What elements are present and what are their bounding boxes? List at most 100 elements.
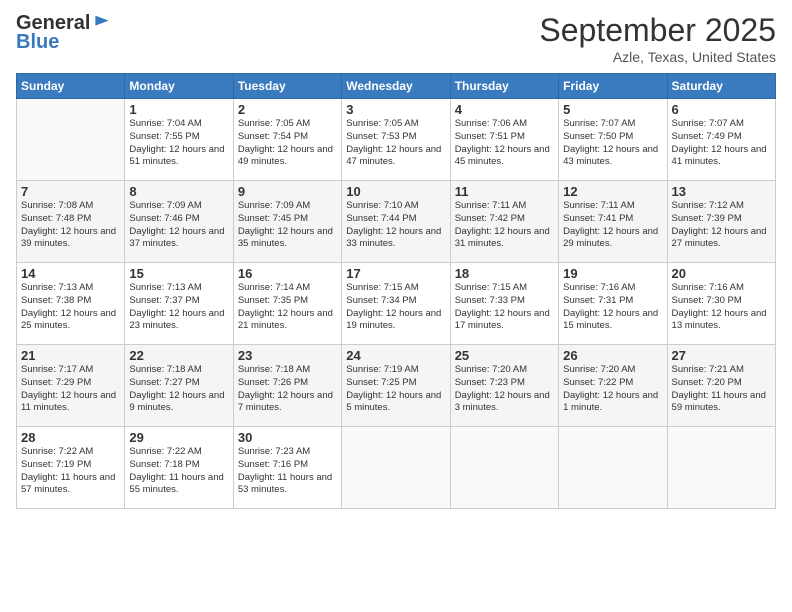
day-info: Sunrise: 7:19 AMSunset: 7:25 PMDaylight:… <box>346 364 445 415</box>
day-info: Sunrise: 7:16 AMSunset: 7:31 PMDaylight:… <box>563 282 662 333</box>
day-info: Sunrise: 7:16 AMSunset: 7:30 PMDaylight:… <box>672 282 771 333</box>
table-row: 22Sunrise: 7:18 AMSunset: 7:27 PMDayligh… <box>125 345 233 427</box>
day-number: 5 <box>563 102 662 117</box>
month-title: September 2025 <box>539 12 776 49</box>
table-row: 28Sunrise: 7:22 AMSunset: 7:19 PMDayligh… <box>17 427 125 509</box>
table-row <box>559 427 667 509</box>
day-info: Sunrise: 7:11 AMSunset: 7:42 PMDaylight:… <box>455 200 554 251</box>
col-thursday: Thursday <box>450 74 558 99</box>
table-row: 29Sunrise: 7:22 AMSunset: 7:18 PMDayligh… <box>125 427 233 509</box>
table-row: 18Sunrise: 7:15 AMSunset: 7:33 PMDayligh… <box>450 263 558 345</box>
day-number: 9 <box>238 184 337 199</box>
day-info: Sunrise: 7:04 AMSunset: 7:55 PMDaylight:… <box>129 118 228 169</box>
calendar-header-row: Sunday Monday Tuesday Wednesday Thursday… <box>17 74 776 99</box>
calendar-week-row: 14Sunrise: 7:13 AMSunset: 7:38 PMDayligh… <box>17 263 776 345</box>
calendar-week-row: 21Sunrise: 7:17 AMSunset: 7:29 PMDayligh… <box>17 345 776 427</box>
day-info: Sunrise: 7:07 AMSunset: 7:49 PMDaylight:… <box>672 118 771 169</box>
table-row: 11Sunrise: 7:11 AMSunset: 7:42 PMDayligh… <box>450 181 558 263</box>
table-row <box>342 427 450 509</box>
day-info: Sunrise: 7:20 AMSunset: 7:23 PMDaylight:… <box>455 364 554 415</box>
table-row: 23Sunrise: 7:18 AMSunset: 7:26 PMDayligh… <box>233 345 341 427</box>
table-row: 30Sunrise: 7:23 AMSunset: 7:16 PMDayligh… <box>233 427 341 509</box>
day-number: 25 <box>455 348 554 363</box>
table-row: 17Sunrise: 7:15 AMSunset: 7:34 PMDayligh… <box>342 263 450 345</box>
day-info: Sunrise: 7:22 AMSunset: 7:19 PMDaylight:… <box>21 446 120 497</box>
table-row: 10Sunrise: 7:10 AMSunset: 7:44 PMDayligh… <box>342 181 450 263</box>
col-wednesday: Wednesday <box>342 74 450 99</box>
day-info: Sunrise: 7:11 AMSunset: 7:41 PMDaylight:… <box>563 200 662 251</box>
table-row <box>667 427 775 509</box>
table-row <box>450 427 558 509</box>
day-info: Sunrise: 7:22 AMSunset: 7:18 PMDaylight:… <box>129 446 228 497</box>
day-info: Sunrise: 7:05 AMSunset: 7:54 PMDaylight:… <box>238 118 337 169</box>
day-number: 21 <box>21 348 120 363</box>
calendar-week-row: 1Sunrise: 7:04 AMSunset: 7:55 PMDaylight… <box>17 99 776 181</box>
day-number: 13 <box>672 184 771 199</box>
table-row: 7Sunrise: 7:08 AMSunset: 7:48 PMDaylight… <box>17 181 125 263</box>
day-info: Sunrise: 7:23 AMSunset: 7:16 PMDaylight:… <box>238 446 337 497</box>
day-number: 28 <box>21 430 120 445</box>
day-info: Sunrise: 7:13 AMSunset: 7:37 PMDaylight:… <box>129 282 228 333</box>
table-row: 14Sunrise: 7:13 AMSunset: 7:38 PMDayligh… <box>17 263 125 345</box>
day-info: Sunrise: 7:10 AMSunset: 7:44 PMDaylight:… <box>346 200 445 251</box>
day-info: Sunrise: 7:05 AMSunset: 7:53 PMDaylight:… <box>346 118 445 169</box>
title-block: September 2025 Azle, Texas, United State… <box>539 12 776 65</box>
day-info: Sunrise: 7:07 AMSunset: 7:50 PMDaylight:… <box>563 118 662 169</box>
calendar-table: Sunday Monday Tuesday Wednesday Thursday… <box>16 73 776 509</box>
day-info: Sunrise: 7:08 AMSunset: 7:48 PMDaylight:… <box>21 200 120 251</box>
table-row: 19Sunrise: 7:16 AMSunset: 7:31 PMDayligh… <box>559 263 667 345</box>
day-number: 16 <box>238 266 337 281</box>
table-row: 12Sunrise: 7:11 AMSunset: 7:41 PMDayligh… <box>559 181 667 263</box>
day-info: Sunrise: 7:12 AMSunset: 7:39 PMDaylight:… <box>672 200 771 251</box>
day-number: 19 <box>563 266 662 281</box>
day-number: 2 <box>238 102 337 117</box>
day-number: 18 <box>455 266 554 281</box>
table-row: 27Sunrise: 7:21 AMSunset: 7:20 PMDayligh… <box>667 345 775 427</box>
header: General Blue September 2025 Azle, Texas,… <box>16 12 776 65</box>
table-row: 2Sunrise: 7:05 AMSunset: 7:54 PMDaylight… <box>233 99 341 181</box>
day-info: Sunrise: 7:06 AMSunset: 7:51 PMDaylight:… <box>455 118 554 169</box>
table-row: 20Sunrise: 7:16 AMSunset: 7:30 PMDayligh… <box>667 263 775 345</box>
day-number: 15 <box>129 266 228 281</box>
logo: General Blue <box>16 12 112 54</box>
col-sunday: Sunday <box>17 74 125 99</box>
table-row: 25Sunrise: 7:20 AMSunset: 7:23 PMDayligh… <box>450 345 558 427</box>
table-row: 13Sunrise: 7:12 AMSunset: 7:39 PMDayligh… <box>667 181 775 263</box>
day-info: Sunrise: 7:17 AMSunset: 7:29 PMDaylight:… <box>21 364 120 415</box>
table-row: 26Sunrise: 7:20 AMSunset: 7:22 PMDayligh… <box>559 345 667 427</box>
day-info: Sunrise: 7:18 AMSunset: 7:27 PMDaylight:… <box>129 364 228 415</box>
day-info: Sunrise: 7:09 AMSunset: 7:45 PMDaylight:… <box>238 200 337 251</box>
day-info: Sunrise: 7:21 AMSunset: 7:20 PMDaylight:… <box>672 364 771 415</box>
col-monday: Monday <box>125 74 233 99</box>
day-number: 30 <box>238 430 337 445</box>
calendar-week-row: 28Sunrise: 7:22 AMSunset: 7:19 PMDayligh… <box>17 427 776 509</box>
day-number: 23 <box>238 348 337 363</box>
table-row: 1Sunrise: 7:04 AMSunset: 7:55 PMDaylight… <box>125 99 233 181</box>
day-info: Sunrise: 7:15 AMSunset: 7:34 PMDaylight:… <box>346 282 445 333</box>
day-number: 17 <box>346 266 445 281</box>
day-number: 3 <box>346 102 445 117</box>
table-row: 16Sunrise: 7:14 AMSunset: 7:35 PMDayligh… <box>233 263 341 345</box>
day-info: Sunrise: 7:20 AMSunset: 7:22 PMDaylight:… <box>563 364 662 415</box>
day-info: Sunrise: 7:13 AMSunset: 7:38 PMDaylight:… <box>21 282 120 333</box>
table-row: 15Sunrise: 7:13 AMSunset: 7:37 PMDayligh… <box>125 263 233 345</box>
location-subtitle: Azle, Texas, United States <box>539 49 776 65</box>
day-info: Sunrise: 7:09 AMSunset: 7:46 PMDaylight:… <box>129 200 228 251</box>
day-info: Sunrise: 7:18 AMSunset: 7:26 PMDaylight:… <box>238 364 337 415</box>
day-number: 26 <box>563 348 662 363</box>
table-row: 9Sunrise: 7:09 AMSunset: 7:45 PMDaylight… <box>233 181 341 263</box>
day-number: 8 <box>129 184 228 199</box>
day-info: Sunrise: 7:14 AMSunset: 7:35 PMDaylight:… <box>238 282 337 333</box>
col-tuesday: Tuesday <box>233 74 341 99</box>
table-row: 4Sunrise: 7:06 AMSunset: 7:51 PMDaylight… <box>450 99 558 181</box>
table-row: 8Sunrise: 7:09 AMSunset: 7:46 PMDaylight… <box>125 181 233 263</box>
table-row <box>17 99 125 181</box>
table-row: 6Sunrise: 7:07 AMSunset: 7:49 PMDaylight… <box>667 99 775 181</box>
day-number: 1 <box>129 102 228 117</box>
day-info: Sunrise: 7:15 AMSunset: 7:33 PMDaylight:… <box>455 282 554 333</box>
col-saturday: Saturday <box>667 74 775 99</box>
day-number: 24 <box>346 348 445 363</box>
day-number: 29 <box>129 430 228 445</box>
day-number: 27 <box>672 348 771 363</box>
day-number: 20 <box>672 266 771 281</box>
